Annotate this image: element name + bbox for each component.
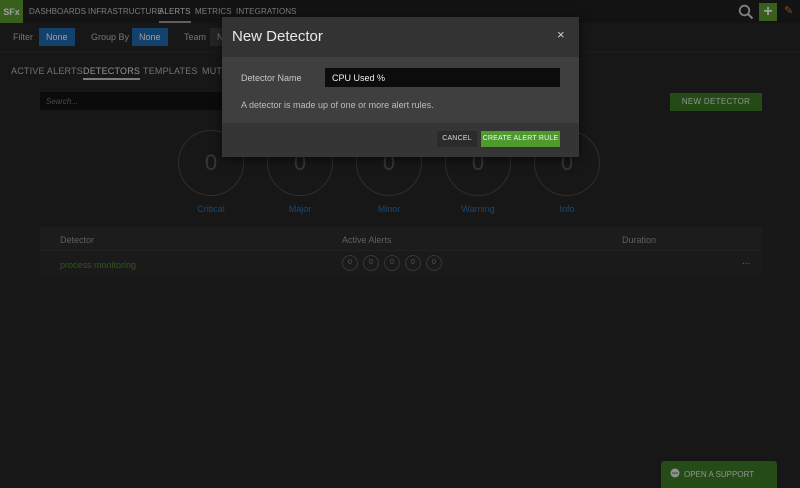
detector-name-input[interactable] bbox=[325, 68, 560, 87]
dialog-header: New Detector × bbox=[222, 17, 579, 57]
dialog-footer: CANCEL CREATE ALERT RULE bbox=[222, 123, 579, 157]
dialog-title: New Detector bbox=[232, 28, 323, 45]
cancel-button[interactable]: CANCEL bbox=[437, 131, 477, 147]
dialog-body: Detector Name A detector is made up of o… bbox=[222, 57, 579, 123]
new-detector-dialog: New Detector × Detector Name A detector … bbox=[222, 17, 579, 157]
detector-name-label: Detector Name bbox=[241, 73, 302, 83]
close-icon[interactable]: × bbox=[557, 27, 565, 42]
create-alert-rule-button[interactable]: CREATE ALERT RULE bbox=[481, 131, 560, 147]
dialog-help-text: A detector is made up of one or more ale… bbox=[241, 100, 434, 110]
